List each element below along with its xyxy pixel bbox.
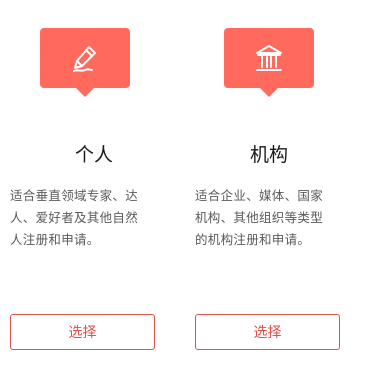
card-title: 机构 <box>249 144 288 166</box>
institution-account-card: 机构 适合企业、媒体、国家 机构、其他组织等类型 的机构注册和申请。 选择 <box>195 0 343 369</box>
personal-icon-badge <box>40 28 130 97</box>
card-title: 个人 <box>74 144 113 166</box>
card-description: 适合垂直领域专家、达 人、爱好者及其他自然 人注册和申请。 <box>10 185 160 251</box>
card-description-line: 人注册和申请。 <box>10 232 100 247</box>
card-description-line: 适合垂直领域专家、达 <box>10 188 139 203</box>
pen-icon <box>73 46 96 72</box>
card-description-line: 的机构注册和申请。 <box>195 232 311 247</box>
card-description-line: 机构、其他组织等类型 <box>195 210 324 225</box>
card-description-line: 适合企业、媒体、国家 <box>195 188 324 203</box>
institution-icon-badge <box>224 28 314 97</box>
institution-icon <box>256 45 282 71</box>
select-institution-button[interactable]: 选择 <box>195 314 340 350</box>
card-description: 适合企业、媒体、国家 机构、其他组织等类型 的机构注册和申请。 <box>195 185 345 251</box>
card-description-line: 人、爱好者及其他自然 <box>10 210 139 225</box>
select-personal-button[interactable]: 选择 <box>10 314 155 350</box>
personal-account-card: 个人 适合垂直领域专家、达 人、爱好者及其他自然 人注册和申请。 选择 <box>10 0 158 369</box>
